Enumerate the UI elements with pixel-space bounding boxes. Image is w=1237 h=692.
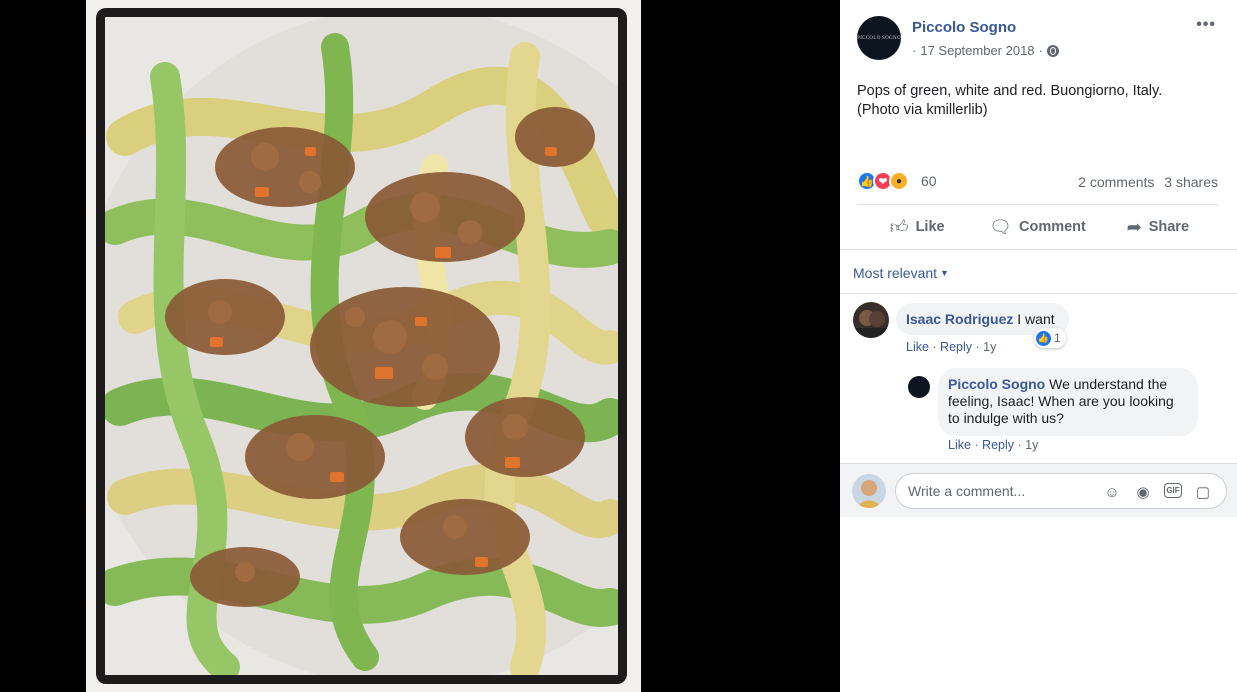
reaction-icons[interactable]: 👍 ❤ ● (857, 171, 909, 191)
page-name-link[interactable]: Piccolo Sogno (912, 19, 1016, 36)
share-button[interactable]: ➦ Share (1098, 208, 1218, 246)
sticker-icon[interactable]: ▢ (1193, 483, 1213, 501)
more-options-icon[interactable]: ••• (1196, 16, 1216, 34)
like-button[interactable]: 👍︎ Like (857, 208, 977, 246)
post-header: PICCOLO SOGNO Piccolo Sogno · 17 Septemb… (840, 0, 1237, 70)
post-date[interactable]: 17 September 2018 (920, 43, 1034, 58)
comment-sort-dropdown[interactable]: Most relevant ▼ (853, 265, 949, 281)
photo-viewer (0, 0, 840, 692)
shares-count-link[interactable]: 3 shares (1164, 174, 1218, 190)
wow-icon: ● (889, 171, 909, 191)
comment-reply-link[interactable]: Reply (982, 438, 1014, 452)
comments-count-link[interactable]: 2 comments (1078, 174, 1154, 190)
comment-age[interactable]: 1y (1025, 438, 1038, 452)
engagement-counts: 2 comments 3 shares (1078, 174, 1218, 190)
like-button-label: Like (915, 219, 945, 235)
meta-separator: · (912, 43, 917, 58)
meta-separator: · (1038, 43, 1043, 58)
reactions-summary: 👍 ❤ ● 60 2 comments 3 shares (857, 170, 1218, 192)
link-separator: · (1014, 438, 1026, 452)
divider (857, 204, 1218, 205)
comment-composer: ☺ ◉ GIF ▢ (840, 463, 1237, 517)
link-separator: · (970, 438, 983, 452)
post-text-line: (Photo via kmillerlib) (857, 102, 988, 118)
page-avatar-logo: PICCOLO SOGNO (857, 35, 901, 41)
post-actions: 👍︎ Like 🗨︎ Comment ➦ Share (857, 208, 1218, 246)
gif-icon[interactable]: GIF (1164, 483, 1182, 498)
link-separator: · (972, 340, 984, 354)
camera-icon[interactable]: ◉ (1133, 483, 1153, 501)
post-text: Pops of green, white and red. Buongiorno… (857, 82, 1217, 120)
page-avatar[interactable]: PICCOLO SOGNO (857, 16, 901, 60)
post-photo[interactable] (86, 0, 641, 692)
page-reply-avatar[interactable] (908, 376, 930, 398)
sort-label: Most relevant (853, 265, 938, 281)
post-text-line: Pops of green, white and red. Buongiorno… (857, 83, 1163, 99)
thumbs-up-icon: 👍︎ (889, 217, 909, 237)
pasta-photo (96, 8, 627, 684)
pasta-illustration (105, 17, 618, 675)
comment-bubble: Piccolo Sogno We understand the feeling,… (938, 368, 1198, 436)
comment-button-label: Comment (1018, 219, 1086, 235)
globe-icon (1046, 44, 1059, 57)
share-arrow-icon: ➦ (1126, 216, 1142, 237)
comment-actions: Like · Reply · 1y (948, 438, 1038, 452)
speech-bubble-icon: 🗨︎ (989, 216, 1012, 237)
current-user-avatar[interactable] (852, 474, 886, 508)
comment-reaction-count: 1 (1054, 331, 1061, 345)
comment-text: I want (1013, 311, 1055, 327)
caret-down-icon: ▼ (940, 268, 949, 278)
avatar-photo (852, 474, 886, 508)
composer-icons: ☺ ◉ GIF ▢ (1102, 483, 1213, 501)
divider (840, 293, 1237, 294)
comment-like-link[interactable]: Like (906, 340, 929, 354)
comment-actions: Like · Reply · 1y (906, 340, 996, 354)
commenter-avatar[interactable] (853, 302, 889, 338)
like-icon: 👍 (1036, 330, 1051, 346)
comment-reaction-badge[interactable]: 👍 1 (1034, 328, 1066, 348)
divider (840, 249, 1237, 250)
share-button-label: Share (1148, 219, 1190, 235)
avatar-photo (853, 310, 889, 338)
comment-author-link[interactable]: Piccolo Sogno (948, 376, 1045, 392)
comment-like-link[interactable]: Like (948, 438, 971, 452)
reaction-count[interactable]: 60 (921, 173, 937, 189)
post-panel: PICCOLO SOGNO Piccolo Sogno · 17 Septemb… (840, 0, 1237, 692)
comment-reply-link[interactable]: Reply (940, 340, 972, 354)
post-meta: · 17 September 2018 · (912, 43, 1059, 58)
comment-author-link[interactable]: Isaac Rodriguez (906, 311, 1013, 327)
emoji-icon[interactable]: ☺ (1102, 483, 1122, 501)
comment-button[interactable]: 🗨︎ Comment (977, 208, 1097, 246)
comment-age[interactable]: 1y (983, 340, 996, 354)
link-separator: · (928, 340, 941, 354)
